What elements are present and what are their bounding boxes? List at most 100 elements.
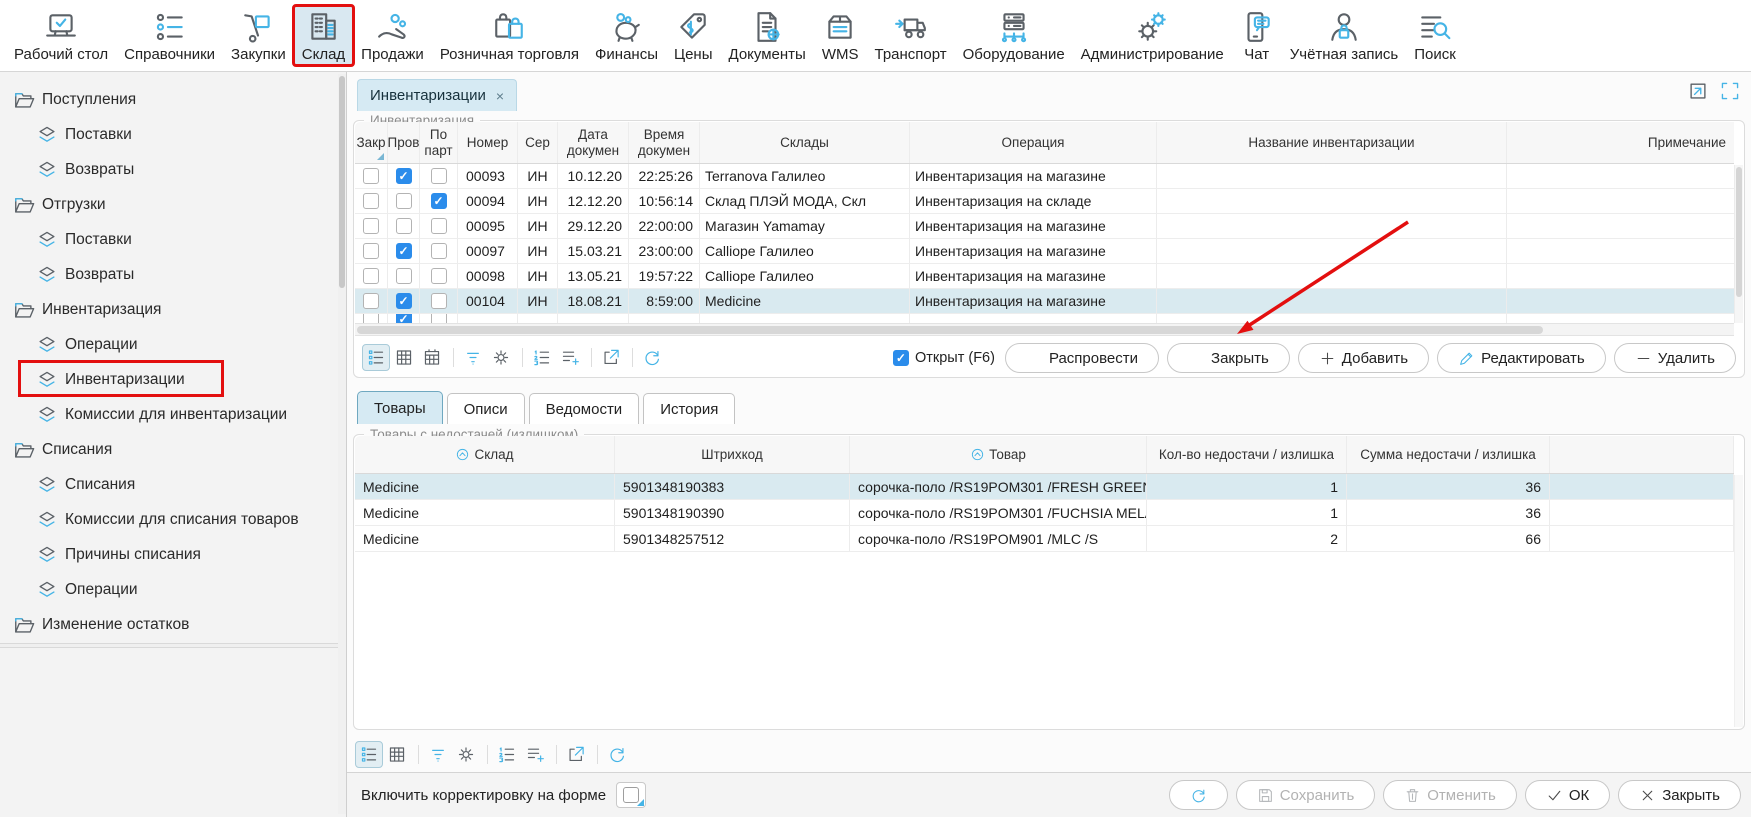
close-button[interactable]: Закрыть: [1618, 780, 1741, 810]
partially-visible-row[interactable]: [355, 314, 1734, 323]
byparty-checkbox[interactable]: [431, 168, 447, 184]
byparty-checkbox[interactable]: [431, 218, 447, 234]
closed-checkbox[interactable]: [363, 268, 379, 284]
posted-checkbox[interactable]: [396, 268, 412, 284]
nav-tree-item[interactable]: Комиссии для инвентаризации: [0, 397, 346, 432]
add-button[interactable]: Добавить: [1298, 343, 1429, 373]
nav-tree-item[interactable]: Списания: [0, 432, 346, 467]
toolbar-item[interactable]: Учётная запись: [1282, 6, 1407, 65]
close-doc-button[interactable]: Закрыть: [1167, 343, 1290, 373]
nav-tree-item[interactable]: Поставки: [0, 222, 346, 257]
closed-checkbox[interactable]: [363, 218, 379, 234]
byparty-checkbox[interactable]: [431, 243, 447, 259]
inventory-row[interactable]: 00098 ИН 13.05.21 19:57:22 Calliope Гали…: [355, 264, 1734, 289]
vertical-scrollbar[interactable]: [1734, 475, 1743, 727]
byparty-checkbox[interactable]: [431, 193, 447, 209]
cancel-button[interactable]: Отменить: [1383, 780, 1517, 810]
horizontal-scrollbar[interactable]: [355, 323, 1734, 336]
closed-checkbox[interactable]: [363, 243, 379, 259]
nav-tree-item[interactable]: Комиссии для списания товаров: [0, 502, 346, 537]
edit-button[interactable]: Редактировать: [1437, 343, 1606, 373]
nav-tree-item[interactable]: Изменение остатков: [0, 607, 346, 642]
column-header-closed[interactable]: Закр: [355, 122, 388, 163]
detail-tab[interactable]: Описи: [447, 393, 525, 424]
inventory-row[interactable]: 00094 ИН 12.12.20 10:56:14 Склад ПЛЭЙ МО…: [355, 189, 1734, 214]
toolbar-item[interactable]: Склад: [294, 6, 353, 65]
nav-tree-item[interactable]: Инвентаризации: [0, 362, 346, 397]
fullscreen-icon[interactable]: [1719, 80, 1741, 102]
inventory-row[interactable]: 00093 ИН 10.12.20 22:25:26 Terranova Гал…: [355, 164, 1734, 189]
posted-checkbox[interactable]: [396, 218, 412, 234]
adjustment-checkbox[interactable]: [616, 782, 646, 808]
inventory-row[interactable]: 00097 ИН 15.03.21 23:00:00 Calliope Гали…: [355, 239, 1734, 264]
nav-tree-item[interactable]: Операции: [0, 572, 346, 607]
toolbar-item[interactable]: Рабочий стол: [6, 6, 116, 65]
posted-checkbox[interactable]: [396, 168, 412, 184]
vertical-scrollbar[interactable]: [1734, 165, 1743, 323]
tab-close-icon[interactable]: ×: [496, 88, 504, 104]
column-header-name[interactable]: Название инвентаризации: [1157, 122, 1507, 163]
column-header-byparty[interactable]: По парт: [420, 122, 458, 163]
toolbar-item[interactable]: Закупки: [223, 6, 294, 65]
detail-tab[interactable]: Ведомости: [529, 393, 640, 424]
column-header-warehouses[interactable]: Склады: [700, 122, 910, 163]
toolbar-item[interactable]: Документы: [721, 6, 814, 65]
toolbar-item[interactable]: WMS: [814, 6, 867, 65]
nav-tree-item[interactable]: Причины списания: [0, 537, 346, 572]
toolbar-item[interactable]: Розничная торговля: [432, 6, 587, 65]
column-header-note[interactable]: Примечание: [1507, 122, 1734, 163]
column-header-series[interactable]: Сер: [518, 122, 558, 163]
nav-tree-item[interactable]: Поступления: [0, 82, 346, 117]
column-header-sum[interactable]: Сумма недостачи / излишка: [1347, 436, 1550, 473]
unpost-button[interactable]: Распровести: [1005, 343, 1159, 373]
column-header-posted[interactable]: Пров: [388, 122, 420, 163]
shortage-row[interactable]: Medicine 5901348190383 сорочка-поло /RS1…: [355, 474, 1734, 500]
nav-tree-item[interactable]: Поставки: [0, 117, 346, 152]
toolbar-item[interactable]: Оборудование: [955, 6, 1073, 65]
column-header-date[interactable]: Дата докумен: [558, 122, 629, 163]
open-checkbox[interactable]: [893, 350, 909, 366]
save-button[interactable]: Сохранить: [1236, 780, 1376, 810]
nav-tree-item[interactable]: Инвентаризация: [0, 292, 346, 327]
detail-tab[interactable]: История: [643, 393, 735, 424]
column-header-number[interactable]: Номер: [458, 122, 518, 163]
posted-checkbox[interactable]: [396, 193, 412, 209]
posted-checkbox[interactable]: [396, 243, 412, 259]
toolbar-item[interactable]: Финансы: [587, 6, 666, 65]
toolbar-item[interactable]: Администрирование: [1073, 6, 1232, 65]
column-header-qty[interactable]: Кол-во недостачи / излишка: [1147, 436, 1347, 473]
nav-tree-item[interactable]: Операции: [0, 327, 346, 362]
closed-checkbox[interactable]: [363, 168, 379, 184]
byparty-checkbox[interactable]: [431, 293, 447, 309]
delete-button[interactable]: Удалить: [1614, 343, 1736, 373]
toolbar-item[interactable]: Транспорт: [867, 6, 955, 65]
toolbar-item[interactable]: Продажи: [353, 6, 432, 65]
shortage-row[interactable]: Medicine 5901348257512 сорочка-поло /RS1…: [355, 526, 1734, 552]
inventory-row[interactable]: 00104 ИН 18.08.21 8:59:00 Medicine Инвен…: [355, 289, 1734, 314]
detail-tab[interactable]: Товары: [357, 391, 443, 424]
column-header-warehouse[interactable]: Склад: [355, 436, 615, 473]
toolbar-item[interactable]: Справочники: [116, 6, 223, 65]
sidebar-scrollbar[interactable]: [338, 74, 346, 814]
toolbar-item[interactable]: Чат: [1232, 6, 1282, 65]
closed-checkbox[interactable]: [363, 293, 379, 309]
refresh-button[interactable]: [1169, 780, 1228, 810]
toolbar-item[interactable]: Цены: [666, 6, 721, 65]
column-header-time[interactable]: Время докумен: [629, 122, 700, 163]
column-header-barcode[interactable]: Штрихкод: [615, 436, 850, 473]
nav-tree-item[interactable]: Возвраты: [0, 257, 346, 292]
nav-tree-item[interactable]: Возвраты: [0, 152, 346, 187]
byparty-checkbox[interactable]: [431, 268, 447, 284]
nav-tree-item[interactable]: Списания: [0, 467, 346, 502]
tab-inventories[interactable]: Инвентаризации ×: [357, 79, 517, 111]
column-header-product[interactable]: Товар: [850, 436, 1147, 473]
column-header-operation[interactable]: Операция: [910, 122, 1157, 163]
ok-button[interactable]: ОК: [1525, 780, 1610, 810]
shortage-row[interactable]: Medicine 5901348190390 сорочка-поло /RS1…: [355, 500, 1734, 526]
toolbar-item[interactable]: Поиск: [1406, 6, 1464, 65]
popout-icon[interactable]: [1687, 80, 1709, 102]
closed-checkbox[interactable]: [363, 193, 379, 209]
inventory-row[interactable]: 00095 ИН 29.12.20 22:00:00 Магазин Yamam…: [355, 214, 1734, 239]
nav-tree-item[interactable]: Отгрузки: [0, 187, 346, 222]
posted-checkbox[interactable]: [396, 293, 412, 309]
